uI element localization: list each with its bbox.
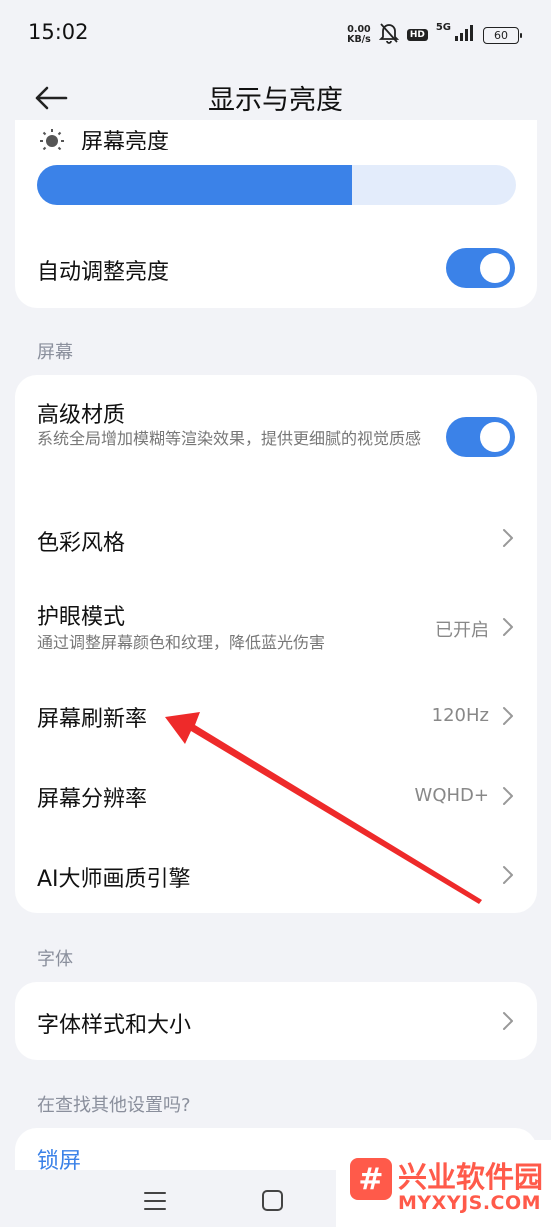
resolution-value: WQHD+ (414, 785, 489, 806)
brightness-card: 屏幕亮度 自动调整亮度 (15, 120, 537, 308)
auto-brightness-toggle[interactable] (446, 248, 515, 288)
advanced-material-row[interactable]: 高级材质 系统全局增加模糊等渲染效果，提供更细腻的视觉质感 (15, 375, 537, 485)
eye-care-desc: 通过调整屏幕颜色和纹理，降低蓝光伤害 (37, 633, 326, 652)
brightness-label-row: 屏幕亮度 (39, 120, 169, 150)
font-style-title: 字体样式和大小 (37, 1013, 192, 1038)
status-time: 15:02 (28, 20, 89, 44)
refresh-rate-value: 120Hz (431, 705, 489, 726)
section-label-font: 字体 (37, 949, 73, 970)
advanced-material-title: 高级材质 (37, 403, 126, 428)
bell-muted-icon (378, 22, 399, 48)
header: 显示与亮度 (0, 68, 551, 128)
chevron-right-icon (503, 1012, 513, 1030)
watermark-url: MYXYJS.COM (398, 1192, 542, 1214)
watermark-name: 兴业软件园 (398, 1160, 544, 1194)
font-style-row[interactable]: 字体样式和大小 (15, 982, 537, 1060)
ai-engine-row[interactable]: AI大师画质引擎 (15, 835, 537, 913)
signal-icon (455, 25, 475, 45)
ai-engine-title: AI大师画质引擎 (37, 867, 191, 892)
toggle-knob (480, 422, 510, 452)
advanced-material-desc: 系统全局增加模糊等渲染效果，提供更细腻的视觉质感 (37, 429, 422, 448)
brightness-label: 屏幕亮度 (81, 130, 170, 150)
auto-brightness-row[interactable]: 自动调整亮度 (15, 230, 537, 308)
advanced-material-toggle[interactable] (446, 417, 515, 457)
status-icons: 0.00 KB/s HD 5G 60 (347, 22, 522, 48)
sun-icon (39, 120, 65, 150)
section-label-screen: 屏幕 (37, 342, 73, 363)
battery-level: 60 (494, 28, 508, 42)
watermark: # 兴业软件园 MYXYJS.COM (336, 1140, 551, 1227)
font-settings-card: 字体样式和大小 (15, 982, 537, 1060)
watermark-logo-icon: # (350, 1158, 392, 1200)
chevron-right-icon (503, 866, 513, 884)
resolution-row[interactable]: 屏幕分辨率 WQHD+ (15, 757, 537, 835)
eye-care-row[interactable]: 护眼模式 通过调整屏幕颜色和纹理，降低蓝光伤害 已开启 (15, 583, 537, 669)
chevron-right-icon (503, 707, 513, 725)
resolution-title: 屏幕分辨率 (37, 787, 148, 812)
status-bar: 15:02 0.00 KB/s HD 5G 60 (0, 0, 551, 68)
refresh-rate-row[interactable]: 屏幕刷新率 120Hz (15, 675, 537, 757)
auto-brightness-label: 自动调整亮度 (37, 260, 170, 285)
menu-icon[interactable] (144, 1192, 166, 1210)
refresh-rate-title: 屏幕刷新率 (37, 707, 148, 732)
chevron-right-icon (503, 618, 513, 636)
home-icon[interactable] (262, 1190, 283, 1211)
brightness-slider-fill (37, 165, 352, 205)
battery-icon: 60 (483, 26, 522, 44)
eye-care-title: 护眼模式 (37, 605, 126, 630)
hd-badge: HD (406, 29, 428, 41)
chevron-right-icon (503, 529, 513, 547)
page-title: 显示与亮度 (208, 85, 343, 116)
network-speed-unit: KB/s (347, 34, 371, 45)
color-style-title: 色彩风格 (37, 531, 126, 556)
eye-care-value: 已开启 (435, 620, 489, 641)
color-style-row[interactable]: 色彩风格 (15, 493, 537, 583)
section-label-other: 在查找其他设置吗? (37, 1095, 191, 1116)
chevron-right-icon (503, 787, 513, 805)
network-speed: 0.00 KB/s (347, 25, 371, 45)
brightness-slider[interactable] (37, 165, 516, 205)
toggle-knob (480, 253, 510, 283)
screen-settings-card: 高级材质 系统全局增加模糊等渲染效果，提供更细腻的视觉质感 色彩风格 护眼模式 … (15, 375, 537, 913)
network-type: 5G (435, 22, 451, 33)
